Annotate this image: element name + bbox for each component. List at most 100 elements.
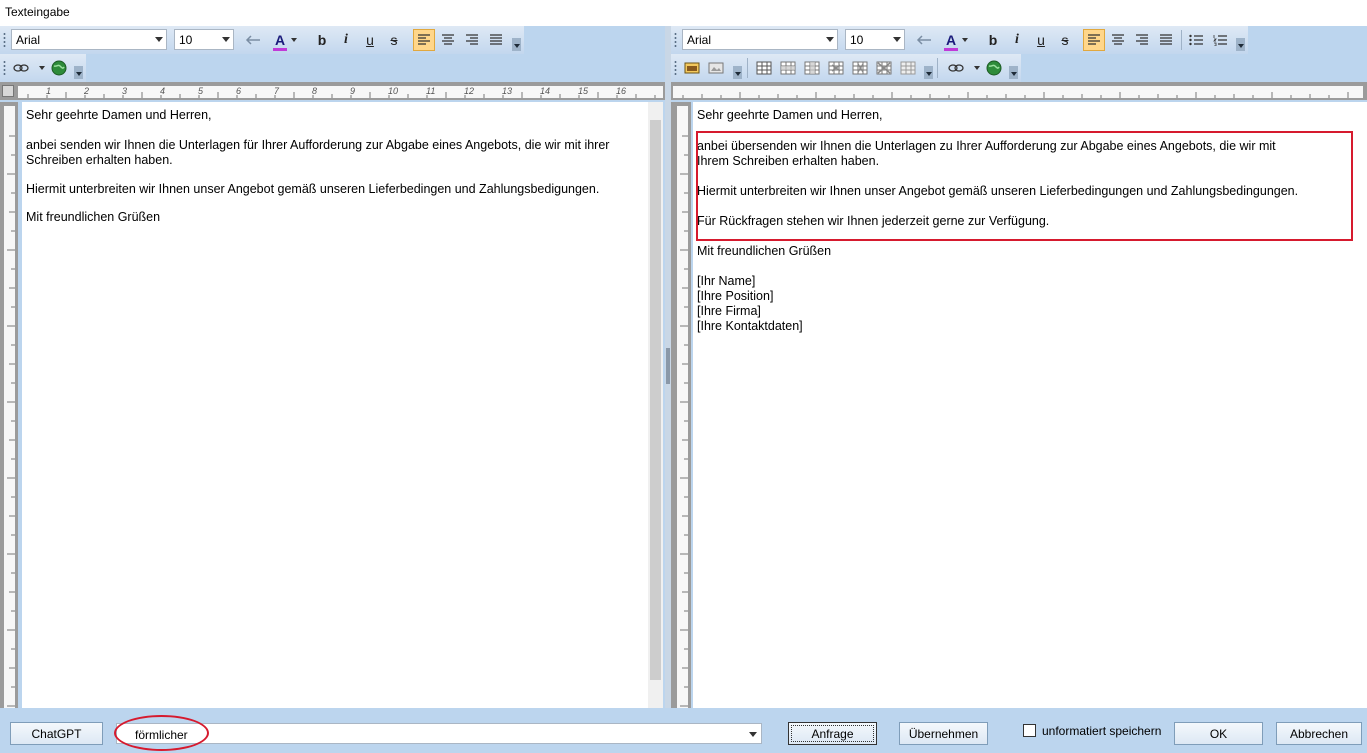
chevron-down-icon[interactable] (749, 732, 757, 737)
strikethrough-button[interactable]: s (1054, 29, 1076, 51)
italic-button[interactable]: i (1006, 29, 1028, 51)
bold-button[interactable]: b (311, 29, 333, 51)
toolbar-grip[interactable] (3, 60, 6, 76)
toolbar-grip[interactable] (3, 32, 6, 48)
table-delete-column-button[interactable] (849, 57, 871, 79)
ruler-corner[interactable] (2, 85, 14, 97)
ruler-tick: 13 (502, 86, 513, 96)
align-justify-button[interactable] (1155, 29, 1177, 51)
left-doc-line: Mit freundlichen Grüßen (26, 210, 161, 224)
ruler-tick: 11 (426, 86, 436, 96)
insert-picture-button[interactable] (705, 57, 727, 79)
unformatted-save-checkbox[interactable] (1023, 724, 1036, 737)
right-doc-line: Sehr geehrte Damen und Herren, (697, 108, 883, 122)
ruler-tick: 10 (388, 86, 399, 96)
toolbar-overflow-button[interactable] (74, 66, 83, 79)
undo-button[interactable] (242, 29, 264, 51)
right-insert-toolbar (671, 54, 1021, 82)
left-document-editor[interactable]: Sehr geehrte Damen und Herren, anbei sen… (22, 102, 648, 716)
text-color-button[interactable]: A (270, 29, 302, 51)
toolbar-overflow-button[interactable] (1236, 38, 1245, 51)
align-right-button[interactable] (1131, 29, 1153, 51)
vruler-strip[interactable] (4, 106, 15, 728)
chatgpt-button[interactable]: ChatGPT (10, 722, 103, 745)
align-justify-icon (490, 34, 502, 45)
changed-text-highlight (696, 131, 1353, 241)
web-button[interactable] (48, 57, 70, 79)
vruler-strip[interactable] (677, 106, 688, 728)
text-color-icon: A (943, 32, 958, 51)
prompt-combobox[interactable]: förmlicher (116, 723, 762, 744)
right-format-toolbar: Arial 10 A b i u s (671, 26, 1248, 54)
align-right-button[interactable] (461, 29, 483, 51)
table-delete-button[interactable] (873, 57, 895, 79)
request-button[interactable]: Anfrage (788, 722, 877, 745)
undo-button[interactable] (913, 29, 935, 51)
numbered-list-button[interactable] (1209, 29, 1231, 51)
table-insert-column-button[interactable] (801, 57, 823, 79)
align-center-button[interactable] (1107, 29, 1129, 51)
link-button[interactable] (10, 57, 32, 79)
right-editor-pane: Arial 10 A b i u s Sehr geehrte Damen un… (671, 26, 1367, 732)
align-left-button[interactable] (1083, 29, 1105, 51)
table-icon (756, 61, 772, 75)
ruler-strip[interactable] (673, 86, 1363, 98)
underline-button[interactable]: u (1030, 29, 1052, 51)
request-button-label: Anfrage (811, 726, 854, 741)
font-name-select[interactable]: Arial (11, 29, 167, 50)
chevron-down-icon[interactable] (974, 66, 980, 70)
insert-table-button[interactable] (753, 57, 775, 79)
align-justify-icon (1160, 34, 1172, 45)
bold-button[interactable]: b (982, 29, 1004, 51)
text-color-glyph: A (945, 32, 957, 48)
align-left-button[interactable] (413, 29, 435, 51)
ruler-tick: 4 (160, 86, 166, 96)
right-document-editor[interactable]: Sehr geehrte Damen und Herren, anbei übe… (693, 102, 1367, 716)
toolbar-overflow-button[interactable] (924, 66, 933, 79)
toolbar-overflow-button[interactable] (733, 66, 742, 79)
ok-button[interactable]: OK (1174, 722, 1263, 745)
ruler-tick: 7 (274, 86, 280, 96)
chevron-down-icon[interactable] (39, 66, 45, 70)
italic-button[interactable]: i (335, 29, 357, 51)
toolbar-grip[interactable] (674, 60, 677, 76)
font-size-select[interactable]: 10 (845, 29, 905, 50)
apply-button[interactable]: Übernehmen (899, 722, 988, 745)
ruler-tick: 6 (236, 86, 242, 96)
ruler-strip[interactable] (18, 86, 663, 98)
align-center-button[interactable] (437, 29, 459, 51)
align-right-icon (466, 34, 478, 45)
table-insert-row-button[interactable] (777, 57, 799, 79)
underline-glyph: u (1037, 32, 1045, 48)
font-name-select[interactable]: Arial (682, 29, 838, 50)
align-justify-button[interactable] (485, 29, 507, 51)
table-column-icon (804, 61, 820, 75)
chevron-down-icon (155, 37, 163, 42)
bullet-list-button[interactable] (1185, 29, 1207, 51)
left-format-toolbar: Arial 10 A b i u s (0, 26, 524, 54)
table-properties-button[interactable] (897, 57, 919, 79)
font-size-select[interactable]: 10 (174, 29, 234, 50)
web-button[interactable] (983, 57, 1005, 79)
link-button[interactable] (945, 57, 967, 79)
strike-glyph: s (1061, 32, 1069, 48)
strikethrough-button[interactable]: s (383, 29, 405, 51)
underline-button[interactable]: u (359, 29, 381, 51)
left-vertical-scrollbar[interactable]: ⌄ (648, 102, 663, 716)
cancel-button[interactable]: Abbrechen (1276, 722, 1362, 745)
toolbar-separator (937, 58, 938, 78)
right-doc-line: [Ihr Name] (697, 274, 756, 288)
insert-image-button[interactable] (681, 57, 703, 79)
splitter-grip[interactable] (666, 348, 670, 384)
table-delete-row-button[interactable] (825, 57, 847, 79)
toolbar-separator (747, 58, 748, 78)
toolbar-overflow-button[interactable] (1009, 66, 1018, 79)
text-color-button[interactable]: A (941, 29, 973, 51)
toolbar-grip[interactable] (674, 32, 677, 48)
toolbar-overflow-button[interactable] (512, 38, 521, 51)
scrollbar-thumb[interactable] (650, 120, 661, 680)
table-row-icon (780, 61, 796, 75)
align-center-icon (1112, 34, 1124, 45)
align-left-icon (1088, 34, 1100, 45)
window-titlebar: Texteingabe (0, 0, 1367, 26)
